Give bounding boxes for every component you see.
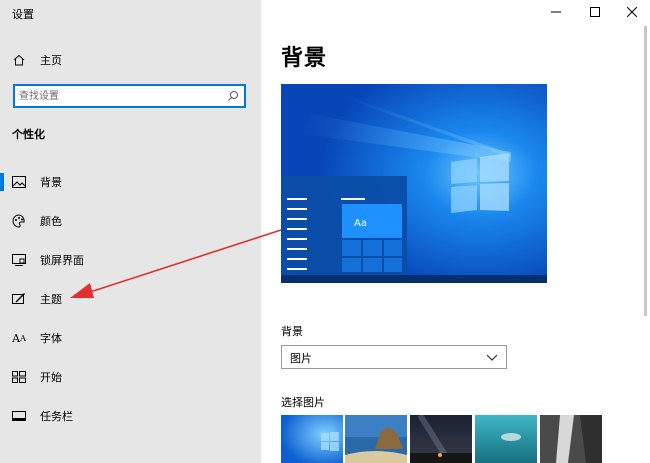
background-type-dropdown[interactable]: 图片 [281, 345, 507, 369]
scrollbar[interactable] [644, 26, 647, 316]
close-icon [627, 7, 637, 17]
home-label: 主页 [40, 54, 62, 67]
sidebar: 设置 主页 个性化 背景 颜色 锁屏界面 [0, 0, 261, 463]
desktop-preview-image [281, 84, 547, 283]
sidebar-item-themes[interactable]: 主题 [0, 287, 261, 311]
sidebar-item-label: 颜色 [40, 215, 62, 228]
taskbar-icon [12, 411, 26, 421]
sidebar-item-colors[interactable]: 颜色 [0, 209, 261, 233]
search-box[interactable] [13, 84, 246, 108]
start-icon [12, 371, 26, 383]
theme-brush-icon [12, 293, 25, 304]
waterfall-rock-thumb-icon [540, 415, 602, 463]
picture-thumbnail-3[interactable] [410, 415, 472, 463]
beach-rocks-thumb-icon [345, 415, 407, 463]
lock-screen-icon [12, 254, 26, 266]
sidebar-item-taskbar[interactable]: 任务栏 [0, 404, 261, 428]
background-type-label: 背景 [281, 325, 303, 338]
sidebar-item-lock-screen[interactable]: 锁屏界面 [0, 248, 261, 272]
minimize-button[interactable] [536, 0, 576, 24]
chevron-down-icon [486, 354, 498, 361]
sidebar-item-start[interactable]: 开始 [0, 365, 261, 389]
background-type-value: 图片 [290, 352, 312, 365]
home-icon [13, 54, 25, 66]
picture-thumbnail-5[interactable] [540, 415, 602, 463]
underwater-thumb-icon [475, 415, 537, 463]
sidebar-item-label: 背景 [40, 176, 62, 189]
picture-icon [12, 176, 26, 188]
home-nav-item[interactable]: 主页 [12, 50, 62, 70]
close-button[interactable] [612, 0, 650, 24]
background-preview: Aa [281, 84, 547, 283]
picture-thumbnail-1[interactable] [281, 415, 343, 463]
sidebar-item-label: 主题 [40, 293, 62, 306]
sidebar-item-label: 锁屏界面 [40, 254, 84, 267]
night-sky-thumb-icon [410, 415, 472, 463]
search-input[interactable] [19, 88, 219, 104]
windows-wallpaper-thumb-icon [281, 415, 343, 463]
maximize-button[interactable] [575, 0, 615, 24]
picture-thumbnail-4[interactable] [475, 415, 537, 463]
choose-picture-label: 选择图片 [281, 396, 325, 409]
sidebar-item-fonts[interactable]: AA 字体 [0, 326, 261, 350]
section-title: 个性化 [12, 128, 45, 141]
font-icon: AA [12, 331, 26, 345]
preview-sample-text: Aa [354, 218, 367, 229]
picture-thumbnail-2[interactable] [345, 415, 407, 463]
search-icon[interactable] [227, 90, 239, 102]
window-title: 设置 [12, 8, 34, 21]
maximize-icon [590, 7, 600, 17]
sidebar-item-label: 开始 [40, 371, 62, 384]
sidebar-item-label: 任务栏 [40, 410, 73, 423]
minimize-icon [551, 11, 561, 13]
sidebar-item-background[interactable]: 背景 [0, 170, 261, 194]
page-title: 背景 [281, 46, 328, 71]
sidebar-item-label: 字体 [40, 332, 62, 345]
palette-icon [12, 214, 25, 228]
